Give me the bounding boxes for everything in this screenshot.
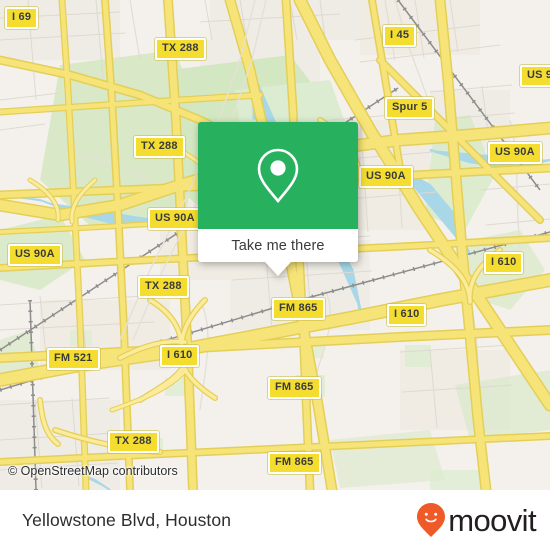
bottom-bar: Yellowstone Blvd, Houston moovit [0, 490, 550, 550]
road-shield: I 610 [484, 252, 524, 274]
road-shield: US 90A [488, 142, 542, 164]
road-shield: Spur 5 [385, 97, 435, 119]
map-pin-icon [257, 148, 299, 203]
road-shield: US 90A [8, 244, 62, 266]
road-shield: US 9 [520, 65, 550, 87]
road-shield: I 610 [387, 304, 427, 326]
road-shield: FM 865 [268, 452, 321, 474]
road-shield: US 90A [148, 208, 202, 230]
road-shield: TX 288 [155, 38, 206, 60]
moovit-wordmark: moovit [448, 502, 536, 538]
moovit-smiley-pin-icon [417, 503, 446, 537]
moovit-brand[interactable]: moovit [416, 502, 537, 538]
place-name-label: Yellowstone Blvd, Houston [22, 509, 232, 530]
road-shield: I 610 [160, 345, 200, 367]
road-shield: FM 865 [272, 298, 325, 320]
take-me-there-button[interactable]: Take me there [198, 229, 358, 262]
road-shield: I 45 [383, 25, 417, 47]
popup-arrow [265, 262, 291, 276]
take-me-there-label: Take me there [231, 237, 325, 254]
location-popup-card[interactable]: Take me there [198, 122, 358, 276]
road-shield: I 69 [5, 7, 39, 29]
popup-pin-panel [198, 122, 358, 229]
road-shield: TX 288 [134, 136, 185, 158]
road-shield: US 90A [359, 166, 413, 188]
map-screenshot-root: .bg { fill: #f4f1ec; } .blk { fill: #efe… [0, 0, 550, 550]
road-shield: FM 521 [47, 348, 100, 370]
road-shield: FM 865 [268, 377, 321, 399]
road-shield: TX 288 [108, 431, 159, 453]
road-shield: TX 288 [138, 276, 189, 298]
map-attribution[interactable]: © OpenStreetMap contributors [8, 464, 178, 478]
map-canvas[interactable]: .bg { fill: #f4f1ec; } .blk { fill: #efe… [0, 0, 550, 490]
